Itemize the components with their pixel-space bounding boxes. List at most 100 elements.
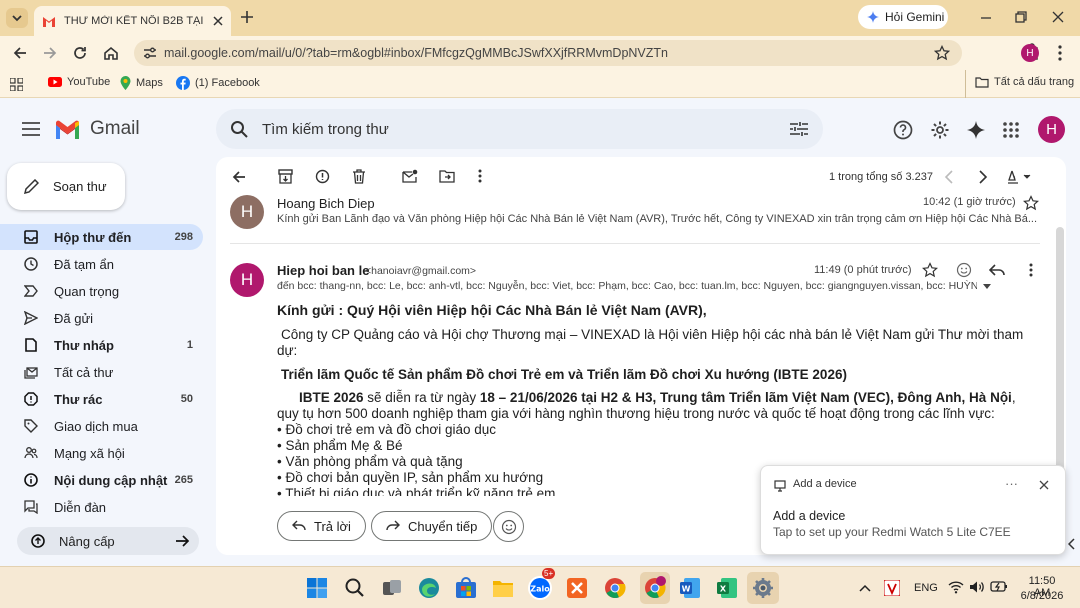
settings-window[interactable]: [747, 572, 779, 604]
more-options-icon[interactable]: [1029, 263, 1033, 277]
sidebar-item-important[interactable]: Quan trọng: [0, 278, 203, 304]
compose-button[interactable]: Soạn thư: [7, 163, 125, 210]
all-bookmarks[interactable]: Tất cả dấu trang: [975, 76, 1074, 88]
gmail-logo-icon: [56, 120, 79, 139]
new-tab-icon[interactable]: [240, 10, 254, 24]
upgrade-icon: [31, 534, 45, 548]
site-settings-icon[interactable]: [143, 46, 157, 60]
close-window-icon[interactable]: [1052, 11, 1064, 23]
close-icon[interactable]: [213, 16, 223, 26]
search-filter-icon[interactable]: [790, 121, 808, 137]
file-explorer-icon[interactable]: [491, 576, 515, 600]
search-placeholder: Tìm kiếm trong thư: [262, 120, 389, 138]
gemini-button[interactable]: Hỏi Gemini: [858, 5, 948, 29]
main-menu-icon[interactable]: [22, 122, 40, 136]
profile-avatar[interactable]: H: [1021, 44, 1039, 62]
report-spam-icon[interactable]: [315, 169, 330, 184]
home-icon[interactable]: [102, 44, 120, 62]
address-bar[interactable]: mail.google.com/mail/u/0/?tab=rm&ogbl#in…: [134, 40, 962, 66]
sidebar-item-sent[interactable]: Đã gửi: [0, 305, 203, 331]
emoji-button[interactable]: [493, 511, 524, 542]
excel-icon[interactable]: X: [715, 576, 739, 600]
browser-tab[interactable]: THƯ MỜI KẾT NỐI B2B TẠI TRIỂ: [34, 6, 231, 36]
sidebar-item-all-mail[interactable]: Tất cả thư: [0, 359, 203, 385]
menu-icon[interactable]: [1058, 45, 1062, 61]
back-to-inbox-icon[interactable]: [232, 170, 246, 184]
chrome-active-window[interactable]: [640, 572, 670, 604]
upgrade-button[interactable]: Nâng cấp: [17, 527, 199, 555]
message-snippet[interactable]: Kính gửi Ban Lãnh đạo và Văn phòng Hiệp …: [277, 213, 1039, 225]
help-icon[interactable]: [893, 120, 913, 140]
volume-icon[interactable]: [969, 580, 985, 594]
tab-search-button[interactable]: [6, 8, 28, 28]
restore-icon[interactable]: [1015, 11, 1027, 23]
vietkey-icon[interactable]: [884, 580, 900, 596]
sidebar-item-purchases[interactable]: Giao dịch mua: [0, 413, 203, 439]
more-icon[interactable]: ···: [1005, 476, 1018, 491]
settings-gear-icon[interactable]: [930, 120, 950, 140]
forward-icon[interactable]: [42, 45, 58, 61]
windows-start-icon[interactable]: [305, 576, 329, 600]
reply-button[interactable]: Trả lời: [277, 511, 366, 541]
sidebar-item-drafts[interactable]: Thư nháp 1: [0, 332, 203, 358]
search-icon[interactable]: [343, 576, 367, 600]
sidebar-item-social[interactable]: Mạng xã hội: [0, 440, 203, 466]
store-icon[interactable]: [454, 576, 478, 600]
gmail-favicon-icon: [43, 16, 55, 27]
star-icon[interactable]: [1023, 195, 1039, 211]
search-icon[interactable]: [230, 120, 248, 138]
bookmark-maps[interactable]: Maps: [120, 76, 163, 90]
more-actions-icon[interactable]: [478, 169, 482, 183]
battery-icon[interactable]: [990, 580, 1008, 594]
sidebar-item-inbox[interactable]: Hộp thư đến 298: [0, 224, 203, 250]
bookmark-star-icon[interactable]: [934, 45, 950, 61]
show-details-icon[interactable]: [983, 284, 991, 290]
apps-grid-icon[interactable]: [10, 78, 23, 91]
delete-icon[interactable]: [352, 169, 366, 184]
bookmark-facebook[interactable]: (1) Facebook: [176, 76, 260, 90]
minimize-icon[interactable]: [980, 12, 992, 24]
gemini-icon[interactable]: [966, 120, 986, 140]
close-icon[interactable]: [1039, 480, 1049, 490]
task-view-icon[interactable]: [380, 576, 404, 600]
sender-avatar[interactable]: H: [230, 263, 264, 297]
sender-name[interactable]: Hoang Bich Diep: [277, 196, 375, 211]
device-notification[interactable]: Add a device ··· Add a device Tap to set…: [760, 465, 1066, 555]
reload-icon[interactable]: [72, 45, 88, 61]
word-icon[interactable]: W: [678, 576, 702, 600]
mark-unread-icon[interactable]: [402, 169, 418, 183]
sender-avatar[interactable]: H: [230, 195, 264, 229]
back-icon[interactable]: [12, 45, 28, 61]
archive-icon[interactable]: [278, 169, 293, 184]
sidebar-item-spam[interactable]: Thư rác 50: [0, 386, 203, 412]
older-icon[interactable]: [978, 170, 988, 184]
forward-button[interactable]: Chuyển tiếp: [371, 511, 493, 541]
foxit-reader-icon[interactable]: [565, 576, 589, 600]
google-apps-icon[interactable]: [1003, 122, 1019, 138]
reply-icon[interactable]: [989, 263, 1005, 277]
newer-icon[interactable]: [944, 170, 954, 184]
sidebar-item-snoozed[interactable]: Đã tạm ẩn: [0, 251, 203, 277]
bookmark-youtube[interactable]: YouTube: [48, 76, 110, 88]
account-avatar[interactable]: H: [1038, 116, 1065, 143]
chrome-icon[interactable]: [603, 576, 627, 600]
zalo-icon[interactable]: Zalo 5+: [528, 568, 556, 600]
star-icon[interactable]: [922, 262, 938, 278]
move-to-icon[interactable]: [439, 169, 455, 183]
email-paragraph: Công ty CP Quảng cáo và Hội chợ Thương m…: [277, 327, 1024, 358]
sidebar-item-label: Hộp thư đến: [54, 229, 132, 245]
side-panel-toggle-icon[interactable]: [1068, 538, 1076, 550]
search-input[interactable]: Tìm kiếm trong thư: [216, 109, 823, 149]
sidebar-item-forums[interactable]: Diễn đàn: [0, 494, 203, 520]
wifi-icon[interactable]: [948, 580, 964, 594]
edge-icon[interactable]: [417, 576, 441, 600]
sidebar-item-updates[interactable]: Nội dung cập nhật 265: [0, 467, 203, 493]
sidebar-item-label: Thư nháp: [54, 337, 114, 353]
clock-date[interactable]: 6/8/2026: [1020, 590, 1064, 602]
input-tools-icon[interactable]: [1007, 169, 1033, 185]
language-indicator[interactable]: ENG: [914, 582, 938, 594]
sender-name[interactable]: Hiep hoi ban le: [277, 263, 369, 278]
notification-title: Add a device: [773, 509, 846, 523]
tray-overflow-icon[interactable]: [859, 584, 871, 592]
emoji-react-icon[interactable]: [956, 262, 972, 278]
